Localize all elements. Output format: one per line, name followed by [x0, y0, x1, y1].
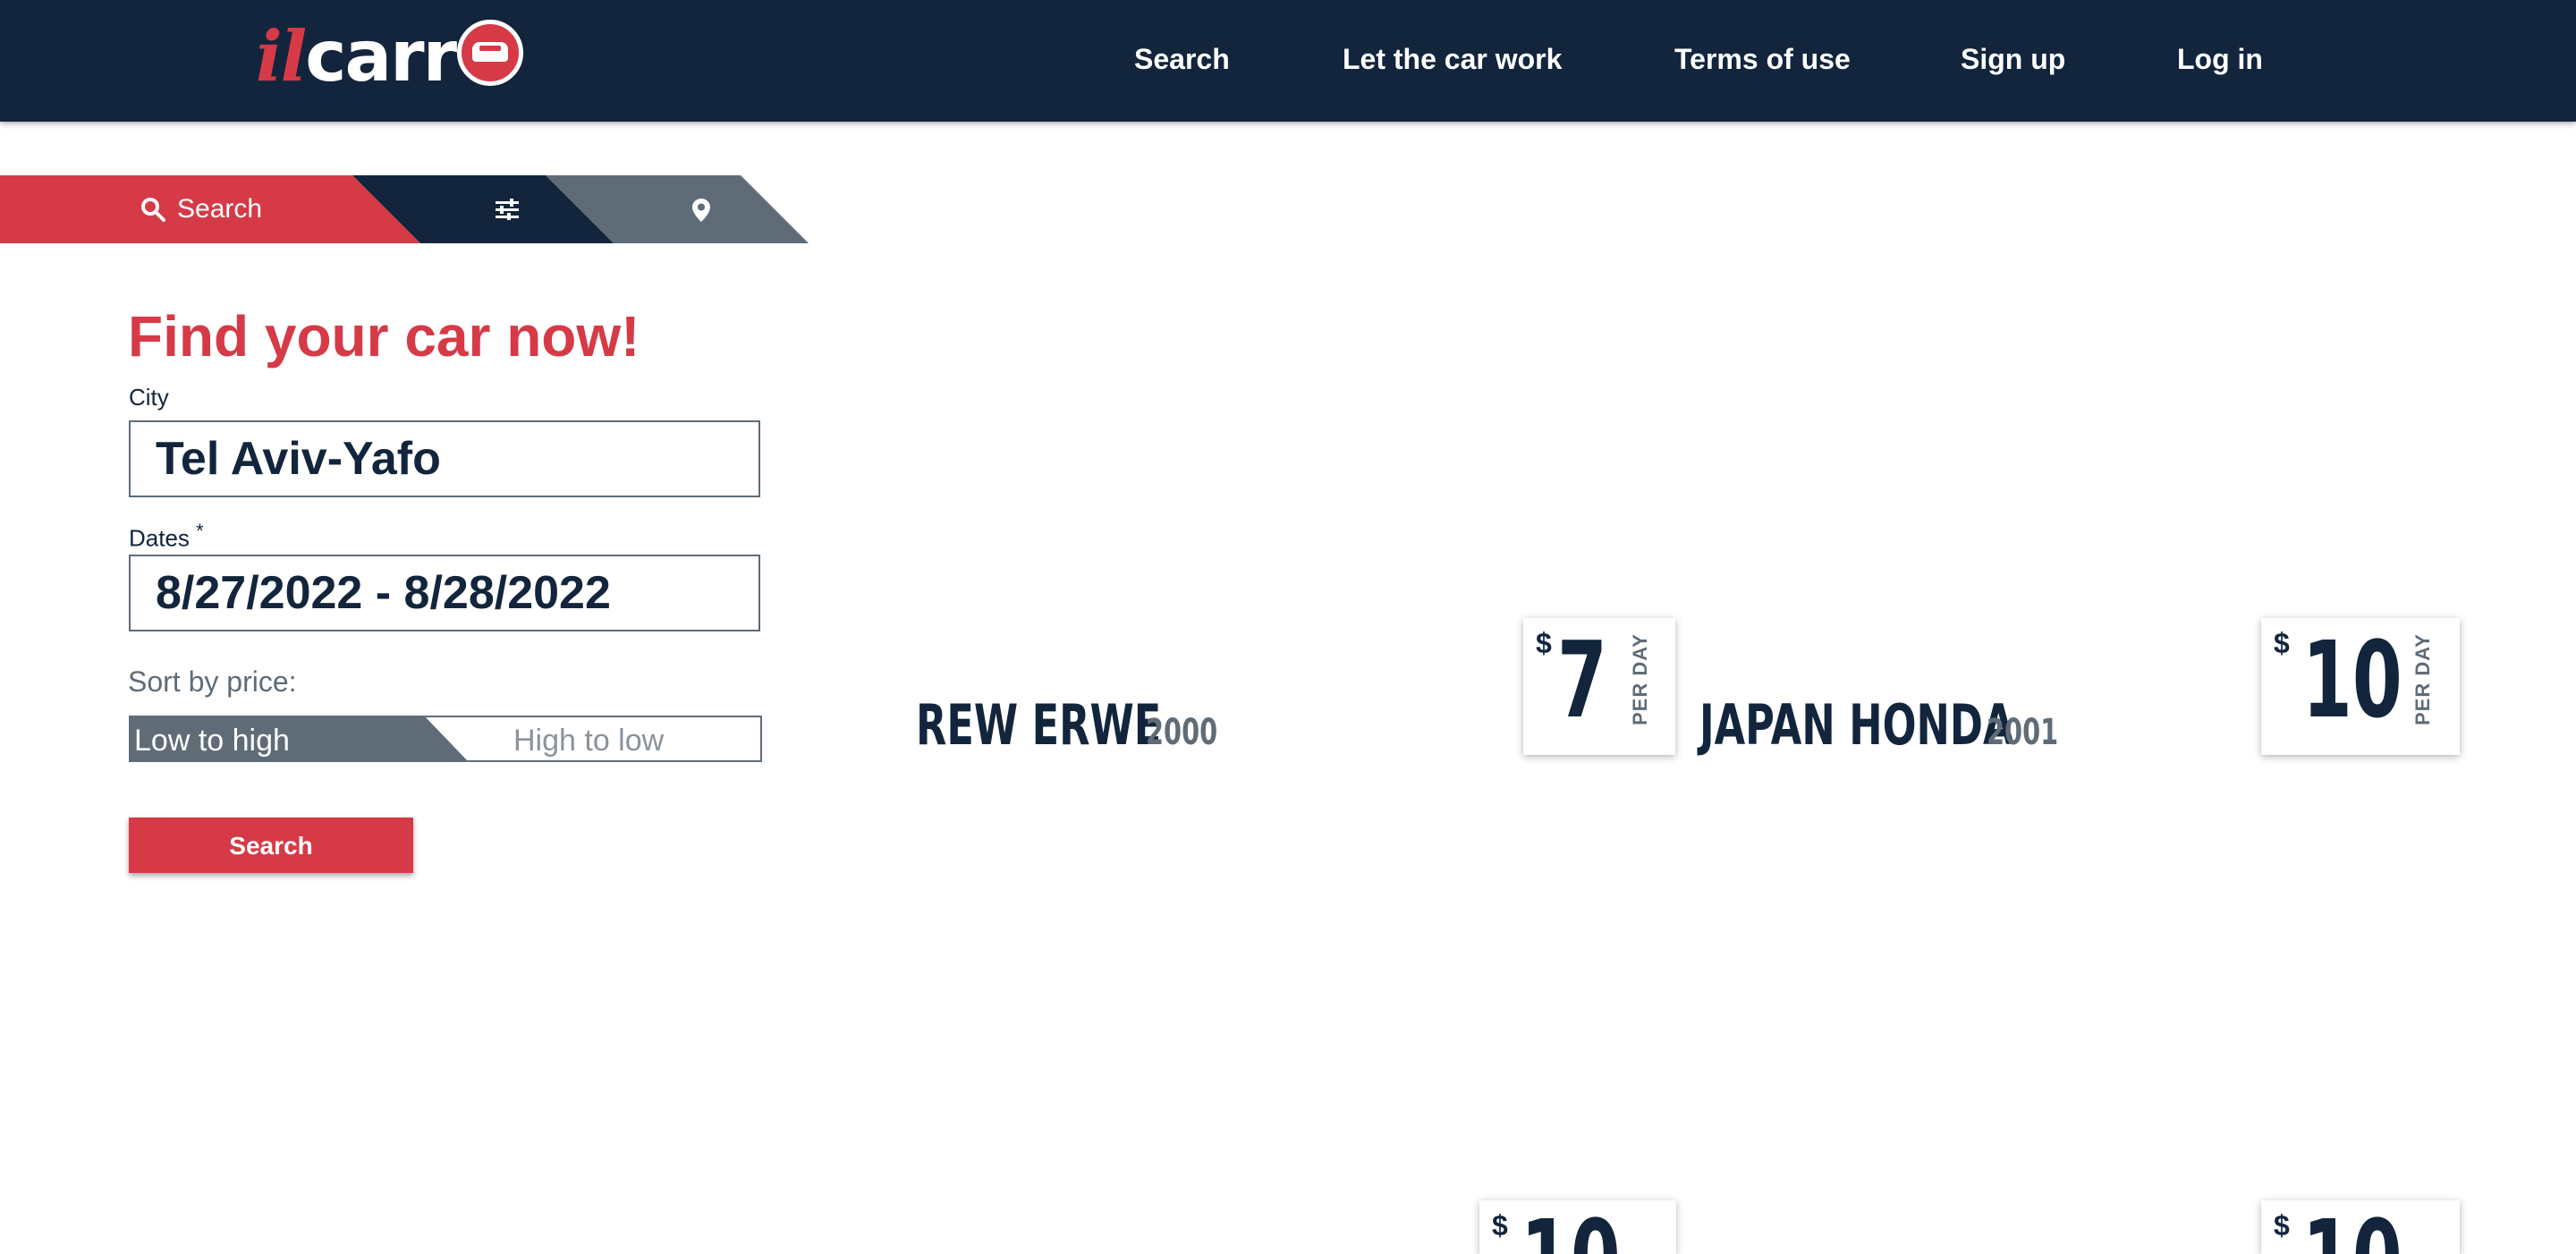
- nav-terms-of-use[interactable]: Terms of use: [1674, 41, 1851, 77]
- price-amount: 10: [2302, 618, 2402, 741]
- price-tag: $ 10 Y: [1479, 1200, 1676, 1254]
- nav-sign-up[interactable]: Sign up: [1961, 41, 2065, 77]
- sort-toggle: High to low Low to high: [129, 716, 762, 762]
- search-tabs: Search: [0, 175, 814, 243]
- price-tag: $ 10 Y: [2261, 1200, 2460, 1254]
- sort-label: Sort by price:: [128, 665, 297, 698]
- search-button[interactable]: Search: [129, 818, 413, 873]
- price-amount: 10: [2302, 1200, 2402, 1254]
- page-title: Find your car now!: [128, 304, 640, 369]
- car-name[interactable]: REW ERWE: [916, 694, 1161, 757]
- car-year: 2000: [1146, 712, 1218, 753]
- tab-search[interactable]: Search: [0, 175, 420, 243]
- sort-low-to-high[interactable]: Low to high: [129, 716, 469, 762]
- dates-label: Dates *: [129, 520, 204, 552]
- tab-search-label: Search: [177, 194, 263, 224]
- required-marker: *: [196, 520, 204, 542]
- city-label: City: [129, 384, 169, 411]
- search-icon: [141, 198, 165, 222]
- price-unit: PER DAY: [2411, 633, 2434, 725]
- main-nav: Search Let the car work Terms of use Sig…: [0, 0, 2576, 122]
- price-amount: 7: [1557, 618, 1607, 741]
- dates-input[interactable]: [131, 556, 758, 630]
- nav-let-the-car-work[interactable]: Let the car work: [1343, 41, 1562, 77]
- nav-search[interactable]: Search: [1134, 41, 1230, 77]
- map-pin-icon: [692, 199, 710, 222]
- price-unit: PER DAY: [1629, 633, 1651, 725]
- sort-high-to-low[interactable]: High to low: [424, 716, 762, 762]
- price-tag: $ 7 PER DAY: [1523, 618, 1675, 755]
- dates-field[interactable]: [129, 555, 760, 631]
- car-name[interactable]: JAPAN HONDA: [1699, 694, 2014, 757]
- price-tag: $ 10 PER DAY: [2261, 618, 2460, 755]
- car-year: 2001: [1987, 712, 2059, 753]
- top-navbar: ilcarr Search Let the car work Terms of …: [0, 0, 2576, 122]
- price-amount: 10: [1521, 1200, 1621, 1254]
- city-input[interactable]: [131, 422, 758, 496]
- city-field[interactable]: [129, 420, 760, 497]
- sliders-icon: [496, 199, 519, 220]
- nav-log-in[interactable]: Log in: [2177, 41, 2263, 77]
